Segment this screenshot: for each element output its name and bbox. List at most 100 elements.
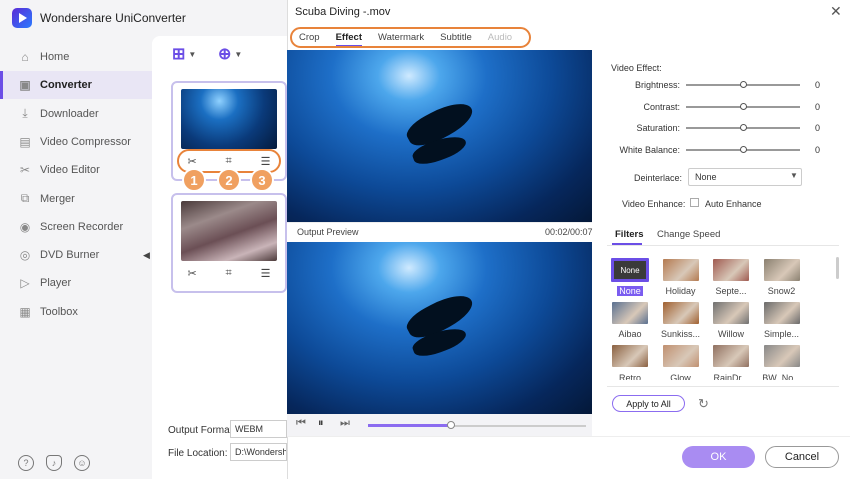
slider-label: Contrast: (643, 101, 680, 112)
add-files-button[interactable]: ⊞ ▼ (172, 44, 196, 64)
prev-frame-icon[interactable]: ⏮ (296, 417, 306, 430)
slider-label: Saturation: (636, 123, 680, 134)
seek-handle[interactable] (446, 421, 455, 429)
notification-bell-icon[interactable]: ♪ (46, 455, 62, 471)
sidebar-item-downloader[interactable]: ⤓ Downloader (0, 100, 152, 128)
filter-thumbnail[interactable] (612, 345, 648, 367)
download-icon: ⤓ (22, 106, 28, 121)
sidebar-item-label: Player (40, 277, 72, 290)
sidebar-item-label: Home (40, 51, 70, 63)
sidebar-item-dvd-burner[interactable]: ◎ DVD Burner (0, 241, 152, 269)
filter-label: Glow (670, 373, 691, 380)
filters-divider (607, 386, 839, 387)
reset-icon[interactable]: ↻ (698, 396, 709, 412)
apply-to-all-button[interactable]: Apply to All (612, 395, 685, 412)
filter-thumbnail[interactable] (763, 345, 800, 367)
home-icon: ⌂ (21, 50, 29, 64)
record-icon: ◉ (19, 219, 31, 234)
app-title: Wondershare UniConverter (40, 11, 186, 25)
merge-icon: ⧉ (20, 191, 30, 205)
crop-icon[interactable]: ⌗ (226, 267, 232, 283)
original-video-view (287, 50, 592, 222)
chevron-down-icon: ▼ (188, 49, 197, 59)
play-icon: ▷ (20, 276, 30, 291)
add-file-icon: ⊞ (172, 46, 186, 63)
video-effect-title: Video Effect: (611, 63, 662, 73)
sidebar-item-label: DVD Burner (40, 249, 100, 262)
filter-thumbnail[interactable] (662, 259, 699, 281)
sidebar-item-screen-recorder[interactable]: ◉ Screen Recorder (0, 213, 152, 241)
footer-divider (287, 436, 850, 437)
filter-label: Sunkiss... (660, 329, 700, 339)
filter-label: Willow (718, 329, 744, 339)
filter-thumbnail[interactable] (763, 259, 800, 281)
filter-label: Retro (618, 373, 641, 380)
sidebar-item-label: Video Compressor (40, 135, 131, 148)
compress-icon: ▤ (19, 134, 31, 149)
ok-button[interactable]: OK (682, 446, 755, 468)
slider-handle[interactable] (740, 102, 747, 110)
sidebar-item-merger[interactable]: ⧉ Merger (0, 185, 152, 213)
auto-enhance-checkbox[interactable] (690, 198, 699, 207)
step-badge-1: 1 (182, 168, 206, 192)
filter-tabs-divider (607, 245, 839, 246)
filter-thumbnail[interactable] (662, 345, 699, 367)
sidebar-item-converter[interactable]: ▣ Converter (0, 71, 152, 100)
tab-filters[interactable]: Filters (615, 229, 644, 240)
card-toolbar: ✂ ⌗ ☰ (173, 267, 285, 283)
sidebar-item-label: Downloader (40, 107, 99, 120)
disc-icon: ◎ (19, 248, 31, 263)
load-dvd-button[interactable]: ⊕ ▼ (218, 44, 242, 64)
converter-icon: ▣ (19, 78, 31, 93)
time-display: 00:02/00:07 (545, 227, 593, 237)
cancel-button[interactable]: Cancel (765, 446, 839, 468)
filters-scrollbar[interactable] (836, 257, 839, 279)
close-icon[interactable]: ✕ (830, 4, 844, 18)
slider-label: Brightness: (634, 80, 680, 90)
filter-thumbnail[interactable] (763, 302, 800, 324)
file-card-blossom[interactable]: ✂ ⌗ ☰ (171, 193, 287, 293)
sidebar-item-label: Screen Recorder (40, 220, 124, 233)
video-enhance-label: Video Enhance: (622, 199, 686, 209)
sidebar-item-video-compressor[interactable]: ▤ Video Compressor (0, 128, 152, 156)
output-format-select[interactable]: WEBM (230, 420, 287, 438)
output-preview-label: Output Preview (297, 227, 359, 237)
pause-icon[interactable]: ⏸ (318, 417, 324, 430)
auto-enhance-label: Auto Enhance (705, 199, 762, 209)
collapse-sidebar-icon[interactable]: ◀ (143, 250, 153, 264)
tab-change-speed[interactable]: Change Speed (657, 229, 720, 240)
trim-scissors-icon[interactable]: ✂ (187, 267, 196, 283)
filter-thumbnail[interactable]: None (611, 258, 649, 282)
effect-menu-icon[interactable]: ☰ (261, 267, 271, 283)
deinterlace-label: Deinterlace: (634, 173, 683, 183)
filter-label: RainDr... (713, 373, 749, 380)
filter-label: Snow2 (767, 286, 796, 296)
sidebar-item-toolbox[interactable]: ▦ Toolbox (0, 298, 152, 326)
output-format-label: Output Format: (168, 425, 236, 436)
sidebar-item-video-editor[interactable]: ✂ Video Editor (0, 156, 152, 184)
filter-label: Holiday (665, 286, 696, 296)
step-badge-2: 2 (217, 168, 241, 192)
deinterlace-select[interactable]: None (688, 168, 802, 186)
slider-handle[interactable] (740, 81, 747, 88)
filter-thumbnail[interactable] (713, 345, 749, 367)
help-icon[interactable]: ? (18, 455, 34, 471)
filter-thumbnail[interactable] (713, 302, 749, 324)
filter-label: None (617, 286, 643, 296)
sidebar-item-home[interactable]: ⌂ Home (0, 43, 152, 71)
filter-thumbnail[interactable] (662, 302, 699, 324)
video-thumbnail[interactable] (181, 89, 277, 149)
slider-value: 0 (815, 101, 821, 112)
feedback-icon[interactable]: ☺ (74, 455, 90, 471)
video-thumbnail[interactable] (181, 201, 277, 261)
filter-thumbnail-label: None (620, 265, 640, 275)
next-frame-icon[interactable]: ⏭ (340, 417, 350, 430)
filter-thumbnail[interactable] (612, 302, 648, 324)
filter-label: Aibao (618, 329, 642, 339)
sidebar-item-player[interactable]: ▷ Player (0, 269, 152, 297)
scissors-icon: ✂ (19, 163, 31, 178)
filter-thumbnail[interactable] (713, 259, 749, 281)
file-location-field[interactable]: D:\Wondershare (230, 443, 287, 461)
sidebar-item-label: Merger (40, 192, 75, 205)
slider-value: 0 (815, 123, 821, 134)
